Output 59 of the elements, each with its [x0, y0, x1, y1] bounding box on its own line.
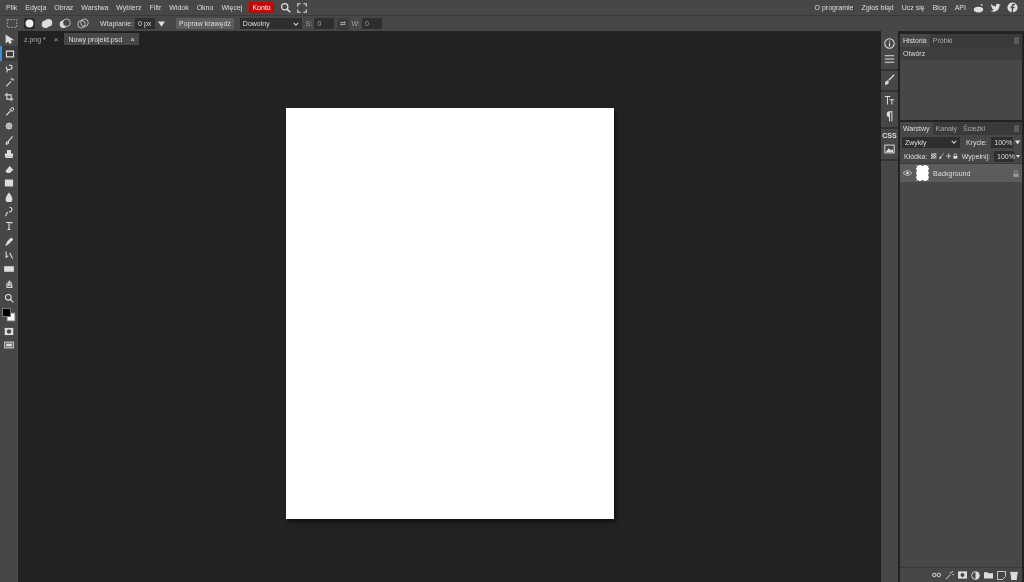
pen-tool-icon [4, 235, 14, 246]
adjustments-icon[interactable] [884, 54, 895, 64]
hand-tool-icon [4, 278, 14, 289]
new-selection-icon[interactable] [24, 18, 35, 29]
brush-tool-icon [4, 134, 14, 145]
screen-mode-icon[interactable] [4, 341, 14, 350]
facebook-icon[interactable] [1007, 2, 1018, 13]
layer-thumbnail [916, 165, 929, 181]
eraser-tool-icon [4, 163, 14, 174]
reddit-icon[interactable] [973, 2, 984, 13]
caret-icon [292, 21, 299, 26]
close-tab-button[interactable]: × [130, 34, 135, 44]
fullscreen-icon[interactable] [296, 2, 307, 13]
color-swatches-icon[interactable] [2, 308, 16, 323]
mask-icon[interactable] [958, 571, 967, 579]
effects-icon[interactable] [945, 570, 954, 580]
eyedropper-tool-icon [4, 106, 14, 117]
dodge-tool-icon [4, 206, 14, 217]
eye-icon[interactable] [903, 170, 912, 176]
crop-tool-icon [4, 91, 14, 102]
subtract-selection-icon[interactable] [59, 18, 71, 29]
selection-icon[interactable] [6, 18, 18, 29]
trash-icon[interactable] [1010, 570, 1018, 580]
blur-tool-icon [4, 192, 14, 203]
dropdown-arrow-icon[interactable] [158, 20, 166, 27]
zoom-tool-icon [4, 293, 14, 304]
search-icon[interactable] [279, 2, 291, 13]
link-icon[interactable] [932, 572, 941, 578]
info-icon[interactable] [884, 38, 895, 49]
close-tab-button[interactable]: × [53, 34, 59, 44]
paragraph-icon[interactable] [885, 111, 894, 122]
dropdown-arrow-icon[interactable] [1014, 139, 1020, 145]
lock-pixels-icon[interactable] [938, 152, 944, 160]
folder-icon[interactable] [984, 571, 993, 579]
stamp-tool-icon [4, 149, 14, 160]
marquee-tool-icon [5, 48, 15, 59]
dropdown-arrow-icon[interactable] [1016, 153, 1020, 159]
caret-icon [950, 140, 957, 144]
brush-icon[interactable] [884, 74, 895, 85]
shape-tool-icon [4, 264, 14, 275]
type-tool-icon [4, 221, 14, 232]
twitter-icon[interactable] [990, 2, 1001, 13]
lock-transparency-icon[interactable] [931, 152, 937, 160]
image-icon[interactable] [884, 144, 895, 154]
adjustment-layer-icon[interactable] [971, 570, 980, 580]
new-layer-icon[interactable] [997, 570, 1006, 580]
quick-mask-icon[interactable] [4, 327, 14, 337]
character-icon[interactable] [884, 95, 895, 106]
wand-tool-icon [4, 77, 14, 88]
lock-position-icon[interactable] [945, 152, 952, 160]
lasso-tool-icon [4, 62, 14, 73]
tool-button[interactable] [0, 46, 18, 61]
lock-icon[interactable] [953, 152, 958, 160]
gradient-tool-icon [4, 178, 14, 189]
path-tool-icon [4, 250, 14, 261]
heal-tool-icon [4, 120, 14, 131]
intersect-selection-icon[interactable] [77, 18, 89, 29]
move-tool-icon [4, 34, 14, 45]
add-selection-icon[interactable] [41, 18, 53, 29]
